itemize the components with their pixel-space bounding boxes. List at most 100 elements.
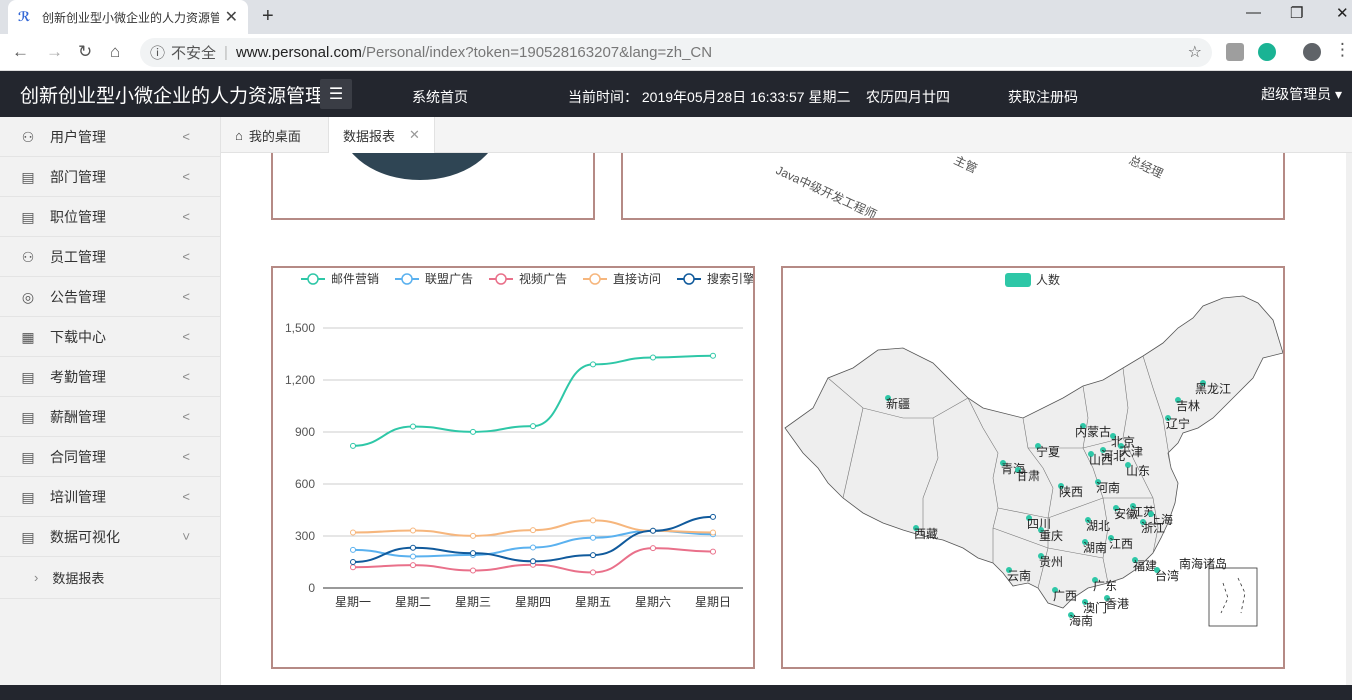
china-map: 人数 新疆西藏青海甘肃宁夏内蒙古黑龙江吉林辽宁北京天津河北山西山东陕西 河南四川重… xyxy=(784,272,1284,628)
data-point[interactable] xyxy=(650,545,656,552)
chevron-left-icon: < xyxy=(182,329,190,344)
caret-down-icon: ▾ xyxy=(1334,86,1342,102)
close-tab-icon[interactable]: ✕ xyxy=(225,7,238,27)
chevron-left-icon: < xyxy=(182,129,190,144)
data-point[interactable] xyxy=(530,544,536,551)
data-point[interactable] xyxy=(710,548,716,555)
legend-marker[interactable] xyxy=(683,273,695,285)
data-point[interactable] xyxy=(410,423,416,430)
user-icon: ⚇ xyxy=(21,128,35,145)
data-point[interactable] xyxy=(350,564,356,571)
grid-icon: ▦ xyxy=(21,328,35,345)
home-icon[interactable]: ⌂ xyxy=(110,42,120,62)
data-point[interactable] xyxy=(710,513,716,520)
home-link[interactable]: 系统首页 xyxy=(412,87,468,107)
sidebar-item-salary[interactable]: ▤ 薪酬管理 < xyxy=(0,397,220,437)
sidebar-item-label: 员工管理 xyxy=(50,248,106,265)
map-region-label: 新疆 xyxy=(886,396,910,411)
menu-toggle-icon[interactable]: ☰ xyxy=(320,79,352,109)
sidebar-item-positions[interactable]: ▤ 职位管理 < xyxy=(0,197,220,237)
address-bar: ← → ↻ ⌂ ⓘ 不安全 | www.personal.com /Person… xyxy=(0,34,1352,71)
sidebar-item-announcements[interactable]: ◎ 公告管理 < xyxy=(0,277,220,317)
tab-report[interactable]: 数据报表 ✕ xyxy=(328,117,435,153)
info-icon[interactable]: ⓘ xyxy=(150,42,165,63)
sidebar-item-employees[interactable]: ⚇ 员工管理 < xyxy=(0,237,220,277)
document-icon: ▤ xyxy=(21,528,35,545)
legend-marker[interactable] xyxy=(495,273,507,285)
data-point[interactable] xyxy=(650,354,656,361)
sidebar-item-users[interactable]: ⚇ 用户管理 < xyxy=(0,117,220,157)
data-point[interactable] xyxy=(350,442,356,449)
close-window-icon[interactable]: ✕ xyxy=(1336,4,1349,22)
profile-icon[interactable] xyxy=(1303,43,1321,61)
document-icon: ▤ xyxy=(21,368,35,385)
map-region-label: 西藏 xyxy=(914,527,938,541)
minimize-icon[interactable]: — xyxy=(1246,4,1261,21)
reload-icon[interactable]: ↻ xyxy=(78,42,92,62)
sidebar-item-training[interactable]: ▤ 培训管理 < xyxy=(0,477,220,517)
chevron-left-icon: < xyxy=(182,169,190,184)
data-point[interactable] xyxy=(350,529,356,536)
user-menu[interactable]: 超级管理员 ▾ xyxy=(1261,84,1342,104)
data-point[interactable] xyxy=(470,532,476,539)
browser-tab-title: 创新创业型小微企业的人力资源管 xyxy=(42,10,219,25)
data-point[interactable] xyxy=(350,546,356,553)
legend-label: 搜索引擎 xyxy=(707,271,753,286)
register-link[interactable]: 获取注册码 xyxy=(1008,87,1078,107)
data-point[interactable] xyxy=(410,544,416,551)
restore-icon[interactable]: ❐ xyxy=(1290,4,1303,22)
map-chart-panel: 人数 新疆 西藏 青海 甘肃 宁夏 内蒙古 黑龙江 吉林 辽宁 北京 天津 河北 山西 山东 陕西 河南 四川重… xyxy=(781,266,1285,669)
data-point[interactable] xyxy=(530,558,536,565)
browser-tab[interactable]: ℛ 创新创业型小微企业的人力资源管 ✕ xyxy=(8,0,248,34)
new-tab-icon[interactable]: + xyxy=(262,5,274,28)
tab-desk[interactable]: ⌂ 我的桌面 xyxy=(221,117,315,153)
data-point[interactable] xyxy=(590,534,596,541)
scrollbar[interactable] xyxy=(1346,153,1352,685)
data-point[interactable] xyxy=(650,527,656,534)
x-tick-label: 星期一 xyxy=(335,595,371,609)
legend-marker[interactable] xyxy=(401,273,413,285)
data-point[interactable] xyxy=(410,562,416,569)
globe-icon: ◎ xyxy=(21,288,35,305)
menu-dots-icon[interactable]: ⋮ xyxy=(1334,40,1351,60)
map-legend-swatch[interactable] xyxy=(1005,273,1031,287)
data-point[interactable] xyxy=(710,529,716,536)
y-tick-label: 300 xyxy=(295,529,315,543)
data-point[interactable] xyxy=(410,553,416,560)
data-point[interactable] xyxy=(590,517,596,524)
data-point[interactable] xyxy=(590,361,596,368)
insecure-label: 不安全 xyxy=(171,45,217,62)
data-point[interactable] xyxy=(350,559,356,565)
bookmark-star-icon[interactable]: ☆ xyxy=(1188,42,1202,62)
back-icon[interactable]: ← xyxy=(12,42,29,62)
extension-m-icon[interactable] xyxy=(1258,43,1276,61)
chevron-left-icon: < xyxy=(182,289,190,304)
data-point[interactable] xyxy=(710,352,716,359)
forward-icon[interactable]: → xyxy=(46,42,63,62)
sidebar-item-departments[interactable]: ▤ 部门管理 < xyxy=(0,157,220,197)
sidebar-item-visualization[interactable]: ▤ 数据可视化 < xyxy=(0,517,220,557)
content-area: Java中级开发工程师 主管 总经理 0 300 600 900 1,200 1,500 星… xyxy=(221,153,1352,685)
data-point[interactable] xyxy=(470,550,476,557)
data-point[interactable] xyxy=(470,567,476,574)
data-point[interactable] xyxy=(590,552,596,559)
data-point[interactable] xyxy=(470,428,476,435)
chevron-left-icon: < xyxy=(182,209,190,224)
legend-marker[interactable] xyxy=(307,273,319,285)
close-icon[interactable]: ✕ xyxy=(409,127,420,143)
data-point[interactable] xyxy=(530,527,536,534)
page-tabs: ⌂ 我的桌面 数据报表 ✕ xyxy=(221,117,1352,153)
sidebar-item-contracts[interactable]: ▤ 合同管理 < xyxy=(0,437,220,477)
map-region-label: 香港 xyxy=(1105,597,1129,611)
sidebar-item-attendance[interactable]: ▤ 考勤管理 < xyxy=(0,357,220,397)
data-point[interactable] xyxy=(590,569,596,576)
map-region-label: 山东 xyxy=(1126,464,1150,478)
legend-marker[interactable] xyxy=(589,273,601,285)
extension-icon[interactable] xyxy=(1226,43,1244,61)
data-point[interactable] xyxy=(530,423,536,430)
sidebar-item-downloads[interactable]: ▦ 下载中心 < xyxy=(0,317,220,357)
bar-chart-panel: Java中级开发工程师 主管 总经理 xyxy=(621,153,1285,220)
data-point[interactable] xyxy=(410,527,416,534)
sidebar-subitem-report[interactable]: › 数据报表 xyxy=(0,557,220,599)
url-field[interactable]: ⓘ 不安全 | www.personal.com /Personal/index… xyxy=(140,38,1212,67)
